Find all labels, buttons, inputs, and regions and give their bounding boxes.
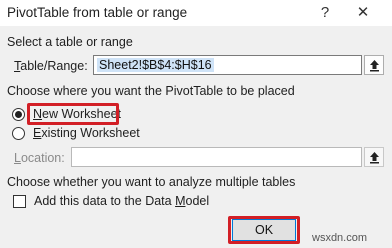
close-button[interactable]: ✕	[348, 2, 378, 24]
ok-button-highlight	[228, 216, 300, 244]
location-input[interactable]	[71, 147, 362, 167]
placement-heading: Choose where you want the PivotTable to …	[7, 84, 295, 98]
data-model-checkbox[interactable]	[13, 195, 26, 208]
watermark: wsxdn.com	[312, 232, 368, 244]
data-model-label[interactable]: Add this data to the Data Model	[34, 194, 209, 208]
data-model-heading: Choose whether you want to analyze multi…	[7, 175, 296, 189]
help-button[interactable]: ?	[312, 2, 338, 24]
location-label-text: ocation:	[20, 151, 65, 165]
existing-worksheet-label[interactable]: Existing Worksheet	[33, 126, 140, 140]
table-range-label-text: able/Range:	[20, 59, 88, 73]
new-worksheet-highlight	[27, 103, 119, 125]
existing-worksheet-text: xisting Worksheet	[41, 126, 140, 140]
collapse-dialog-icon	[370, 152, 379, 164]
existing-worksheet-radio[interactable]	[12, 127, 25, 140]
location-collapse-button[interactable]	[364, 147, 384, 167]
title-bar: PivotTable from table or range ? ✕	[0, 0, 392, 26]
data-model-accesskey: M	[175, 194, 186, 208]
collapse-dialog-icon	[370, 60, 379, 72]
select-range-heading: Select a table or range	[7, 35, 133, 49]
table-range-value: Sheet2!$B$4:$H$16	[97, 58, 214, 72]
data-model-label-prefix: Add this data to the Data	[34, 194, 176, 208]
table-range-input[interactable]: Sheet2!$B$4:$H$16	[93, 55, 362, 75]
location-accesskey: L	[14, 151, 21, 165]
new-worksheet-radio[interactable]	[12, 108, 25, 121]
table-range-label: Table/Range:	[14, 59, 88, 73]
data-model-label-rest: odel	[185, 194, 210, 208]
table-range-collapse-button[interactable]	[364, 55, 384, 75]
dialog-title: PivotTable from table or range	[7, 5, 188, 20]
location-label: Location:	[14, 151, 65, 165]
